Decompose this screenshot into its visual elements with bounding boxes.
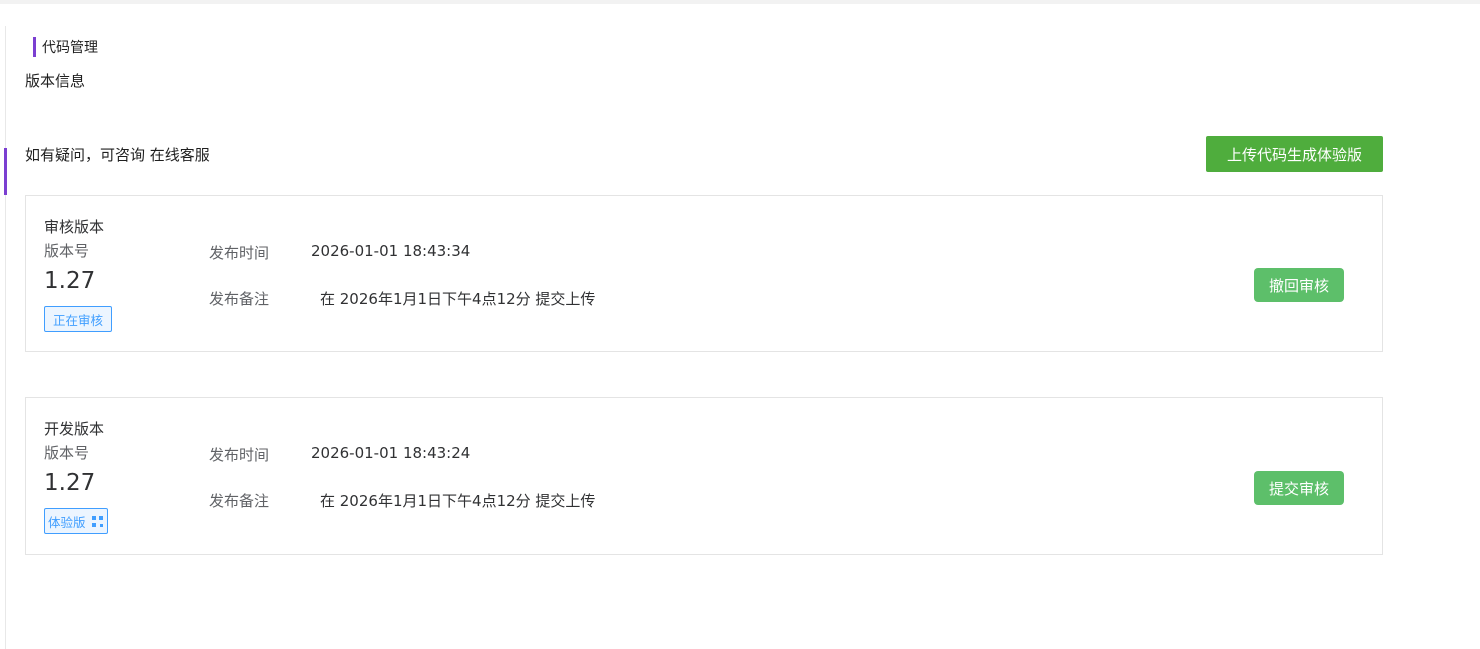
review-status-text: 正在审核 [53, 312, 104, 328]
review-version-number-label: 版本号 [44, 242, 90, 260]
left-border [5, 26, 6, 649]
qrcode-icon[interactable] [91, 515, 103, 527]
trial-version-text: 体验版 [48, 514, 86, 530]
left-active-indicator [4, 148, 7, 195]
review-publish-note-label: 发布备注 [209, 290, 270, 308]
review-version-number: 1.27 [44, 268, 96, 294]
dev-version-number-label: 版本号 [44, 444, 90, 462]
dev-publish-note-value: 在 2026年1月1日下午4点12分 提交上传 [320, 492, 596, 510]
section-title: 代码管理 [33, 37, 98, 57]
help-text: 如有疑问，可咨询 在线客服 [25, 144, 210, 165]
submit-review-button[interactable]: 提交审核 [1254, 471, 1344, 505]
dev-version-card: 开发版本 版本号 1.27 体验版 发布时间 2026-01-01 18:43:… [25, 397, 1383, 555]
review-status-badge: 正在审核 [44, 306, 113, 332]
dev-publish-time-label: 发布时间 [209, 446, 270, 464]
dev-version-kind: 开发版本 [44, 420, 105, 438]
review-publish-time-value: 2026-01-01 18:43:34 [311, 242, 471, 260]
review-version-kind: 审核版本 [44, 218, 105, 236]
online-service-link[interactable]: 在线客服 [150, 146, 210, 164]
review-version-card: 审核版本 版本号 1.27 正在审核 发布时间 2026-01-01 18:43… [25, 195, 1383, 352]
dev-publish-note-label: 发布备注 [209, 492, 270, 510]
dev-publish-time-value: 2026-01-01 18:43:24 [311, 444, 471, 462]
trial-version-badge[interactable]: 体验版 [44, 508, 108, 534]
section-title-accent-bar [33, 37, 36, 57]
review-publish-note-value: 在 2026年1月1日下午4点12分 提交上传 [320, 290, 596, 308]
upload-code-button[interactable]: 上传代码生成体验版 [1206, 136, 1383, 172]
withdraw-review-button[interactable]: 撤回审核 [1254, 268, 1344, 302]
review-publish-time-label: 发布时间 [209, 244, 270, 262]
dev-version-number: 1.27 [44, 470, 96, 496]
help-text-prefix: 如有疑问，可咨询 [25, 146, 146, 164]
page-subtitle: 版本信息 [25, 72, 86, 90]
top-divider [0, 0, 1480, 4]
section-title-text: 代码管理 [42, 40, 98, 56]
